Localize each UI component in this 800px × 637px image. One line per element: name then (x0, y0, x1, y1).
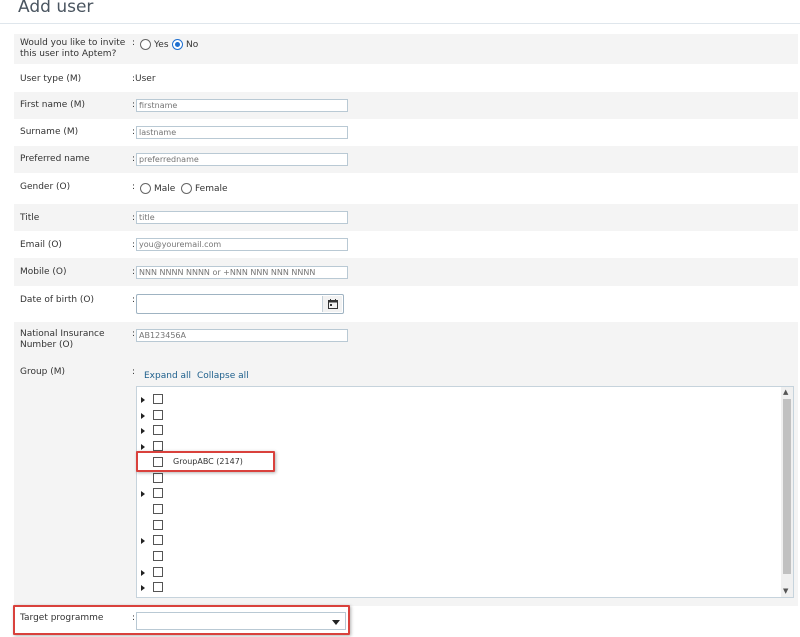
ni-number-input[interactable] (136, 329, 348, 342)
invite-yes-option[interactable]: Yes (140, 39, 169, 50)
tree-item-checkbox[interactable] (153, 488, 163, 499)
tree-item-checkbox[interactable] (153, 425, 163, 436)
colon: : (132, 367, 136, 377)
invite-no-radio[interactable] (172, 39, 183, 50)
invite-row: Would you like to invite this user into … (14, 34, 798, 64)
colon: : (132, 295, 136, 305)
caret-right-icon[interactable] (141, 397, 145, 403)
tree-scrollbar[interactable]: ▲ ▼ (781, 387, 793, 597)
scroll-up-icon[interactable]: ▲ (783, 388, 788, 396)
tree-item-checkbox[interactable] (153, 394, 163, 404)
email-row: Email (O) : (14, 231, 798, 258)
gender-female-label: Female (195, 183, 228, 194)
gender-row: Gender (O) : Male Female (14, 174, 798, 204)
title-label: Title (20, 213, 40, 223)
email-label: Email (O) (20, 240, 62, 250)
email-input[interactable] (136, 238, 348, 251)
gender-male-label: Male (154, 183, 176, 194)
preferred-name-input[interactable] (136, 153, 348, 166)
surname-input[interactable] (136, 126, 348, 139)
tree-item[interactable] (141, 503, 361, 516)
target-programme-highlight-box (13, 605, 350, 635)
dob-row: Date of birth (O) : (14, 286, 798, 322)
page-title: Add user (18, 0, 94, 17)
surname-row: Surname (M) : (14, 119, 798, 146)
first-name-input[interactable] (136, 99, 348, 112)
colon: : (132, 127, 136, 137)
group-label: Group (M) (20, 367, 66, 377)
user-type-value: User (135, 74, 156, 84)
invite-no-option[interactable]: No (172, 39, 198, 50)
colon: : (132, 154, 136, 164)
group-highlight-box (136, 451, 275, 472)
colon: : (132, 329, 136, 339)
dob-label: Date of birth (O) (20, 295, 95, 305)
tree-item[interactable] (141, 488, 361, 500)
invite-no-label: No (186, 39, 199, 50)
ni-number-row: National Insurance Number (O) : (14, 322, 798, 358)
invite-label: Would you like to invite this user into … (20, 38, 126, 59)
colon: : (132, 213, 136, 223)
expand-all-link[interactable]: Expand all (144, 371, 191, 381)
invite-yes-radio[interactable] (140, 39, 151, 50)
mobile-row: Mobile (O) : (14, 258, 798, 286)
tree-item-checkbox[interactable] (153, 551, 163, 561)
caret-right-icon[interactable] (141, 569, 145, 576)
tree-item[interactable] (141, 394, 361, 406)
tree-item-checkbox[interactable] (153, 519, 163, 530)
caret-right-icon[interactable] (141, 412, 145, 419)
gender-female-radio[interactable] (181, 183, 192, 194)
tree-item-checkbox[interactable] (153, 472, 163, 483)
colon: : (132, 182, 136, 192)
mobile-input[interactable] (136, 266, 348, 279)
scroll-thumb[interactable] (783, 399, 791, 574)
tree-item-checkbox[interactable] (153, 535, 163, 546)
calendar-icon (328, 299, 338, 309)
invite-yes-label: Yes (154, 39, 169, 50)
tree-item[interactable] (141, 566, 361, 579)
gender-male-option[interactable]: Male (140, 183, 175, 194)
date-picker-button[interactable] (322, 296, 342, 312)
tree-item-checkbox[interactable] (153, 503, 163, 514)
caret-right-icon[interactable] (141, 444, 145, 451)
title-input[interactable] (136, 211, 348, 224)
gender-female-option[interactable]: Female (181, 183, 228, 194)
gender-label: Gender (O) (20, 182, 71, 192)
tree-item-checkbox[interactable] (153, 441, 163, 452)
colon: : (132, 267, 136, 277)
title-divider (0, 23, 800, 24)
group-tree[interactable]: GroupABC (2147) ▲ ▼ (136, 386, 794, 598)
preferred-name-label: Preferred name (20, 154, 90, 164)
first-name-label: First name (M) (20, 100, 85, 110)
gender-male-radio[interactable] (140, 183, 151, 194)
tree-item[interactable] (141, 582, 361, 594)
preferred-name-row: Preferred name : (14, 146, 798, 173)
collapse-all-link[interactable]: Collapse all (197, 371, 249, 381)
colon: : (132, 240, 136, 250)
first-name-row: First name (M) : (14, 92, 798, 119)
tree-item-checkbox[interactable] (153, 582, 163, 593)
tree-item[interactable] (141, 551, 361, 563)
tree-item[interactable] (141, 472, 361, 485)
user-type-row: User type (M) : User (14, 68, 798, 92)
tree-item[interactable] (141, 409, 361, 422)
caret-right-icon[interactable] (141, 491, 145, 498)
title-row: Title : (14, 204, 798, 231)
user-type-label: User type (M) (20, 74, 82, 84)
scroll-down-icon[interactable]: ▼ (783, 587, 788, 595)
caret-right-icon[interactable] (141, 428, 145, 435)
tree-item-checkbox[interactable] (153, 566, 163, 577)
mobile-label: Mobile (O) (20, 267, 67, 277)
surname-label: Surname (M) (20, 127, 79, 137)
tree-item[interactable] (141, 519, 361, 532)
colon: : (132, 38, 136, 48)
ni-number-label: National Insurance Number (O) (20, 329, 105, 350)
caret-right-icon[interactable] (141, 585, 145, 592)
colon: : (132, 100, 136, 110)
tree-item-checkbox[interactable] (153, 409, 163, 420)
caret-right-icon[interactable] (141, 538, 145, 545)
tree-item[interactable] (141, 425, 361, 437)
tree-item[interactable] (141, 535, 361, 547)
dob-input[interactable] (136, 294, 344, 314)
